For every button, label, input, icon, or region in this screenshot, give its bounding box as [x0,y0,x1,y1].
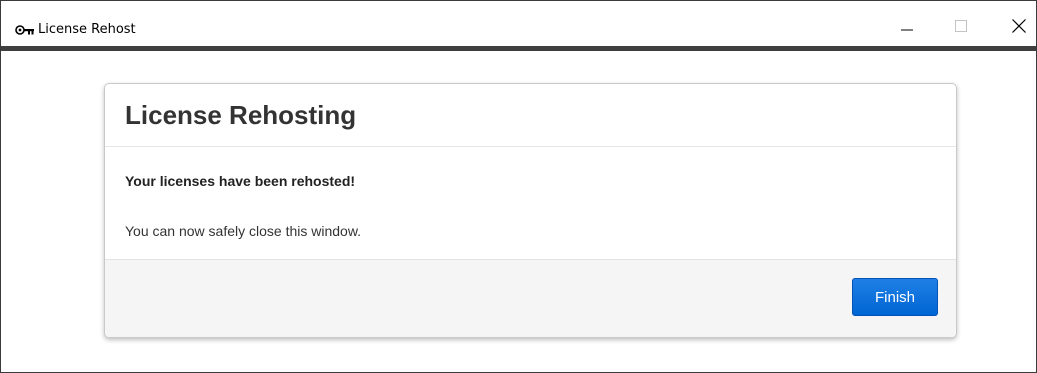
rehost-panel: License Rehosting Your licenses have bee… [104,83,957,338]
page-title: License Rehosting [125,100,357,130]
minimize-icon [901,29,913,31]
window-title: License Rehost [38,22,136,37]
close-icon [1012,19,1026,33]
info-message: You can now safely close this window. [125,223,362,239]
window-content: License Rehosting Your licenses have bee… [1,51,1036,372]
maximize-button[interactable] [938,9,984,43]
finish-button[interactable]: Finish [852,278,938,316]
panel-header: License Rehosting [105,84,956,147]
title-bar[interactable]: License Rehost [1,1,1036,51]
app-window: License Rehost License Rehosting Your li… [0,0,1037,373]
key-icon [15,25,34,35]
panel-footer: Finish [105,259,956,337]
panel-body: Your licenses have been rehosted! You ca… [105,147,956,263]
success-message: Your licenses have been rehosted! [125,173,356,189]
close-button[interactable] [996,9,1037,43]
minimize-button[interactable] [884,9,930,43]
maximize-icon [955,20,967,32]
